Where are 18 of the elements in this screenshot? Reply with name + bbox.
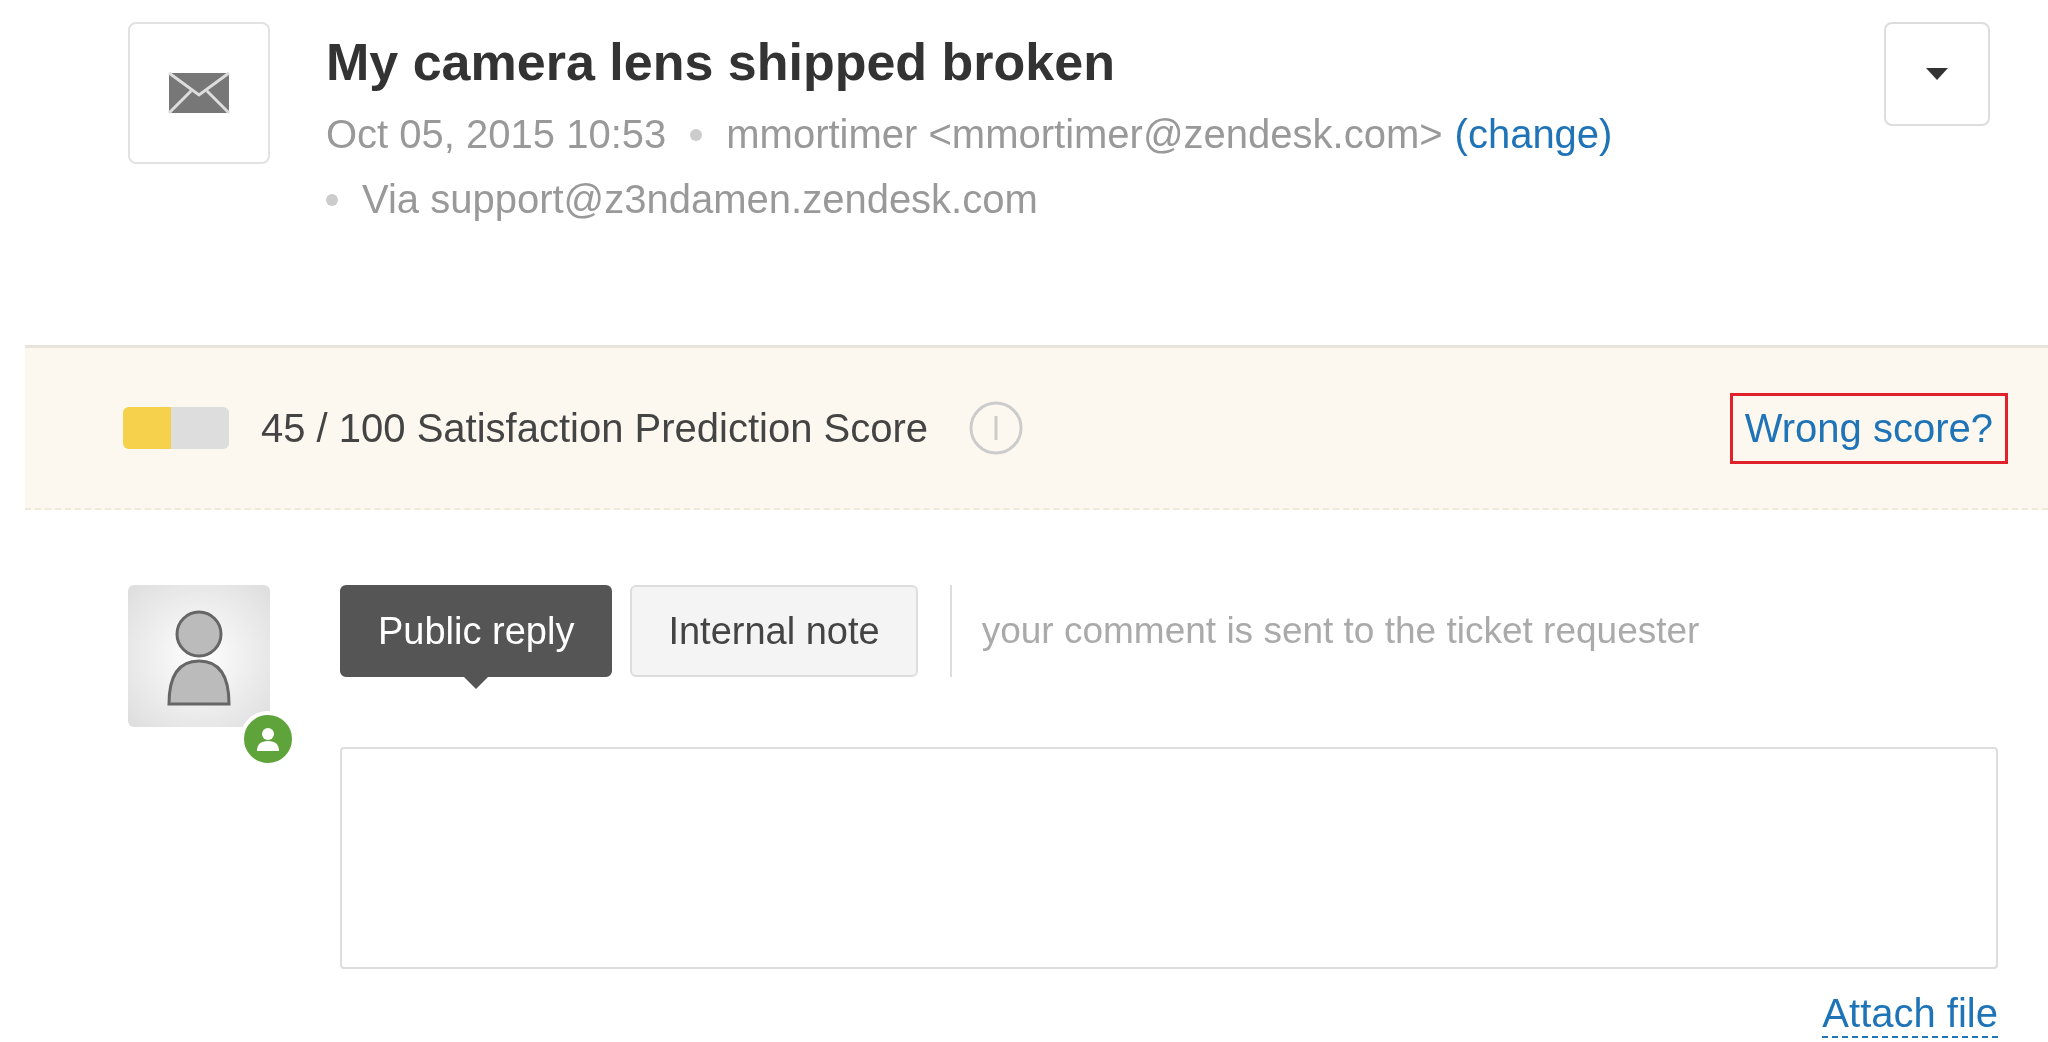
ticket-date: Oct 05, 2015 10:53 <box>326 112 667 157</box>
requester-name: mmortimer <mmortimer@zendesk.com> <box>726 112 1443 157</box>
attach-file-link[interactable]: Attach file <box>1822 991 1998 1038</box>
reply-hint: your comment is sent to the ticket requester <box>981 610 1700 652</box>
comment-field[interactable] <box>340 747 1998 969</box>
wrong-score-link[interactable]: Wrong score? <box>1729 392 2008 464</box>
change-link[interactable]: (change) <box>1454 112 1613 157</box>
tab-pointer-icon <box>462 675 491 689</box>
dropdown-button[interactable] <box>1884 22 1990 126</box>
bullet-icon <box>326 193 338 206</box>
info-icon[interactable] <box>968 400 1025 456</box>
envelope-icon <box>167 71 231 115</box>
via-address: Via support@z3ndamen.zendesk.com <box>362 177 1038 222</box>
bullet-icon <box>690 128 703 141</box>
reply-type-tab[interactable]: Internal note <box>630 585 918 677</box>
caret-icon <box>1926 68 1948 80</box>
score-text: 45 / 100 Satisfaction Prediction Score <box>261 405 929 451</box>
ticket-title: My camera lens shipped broken <box>326 32 1116 92</box>
